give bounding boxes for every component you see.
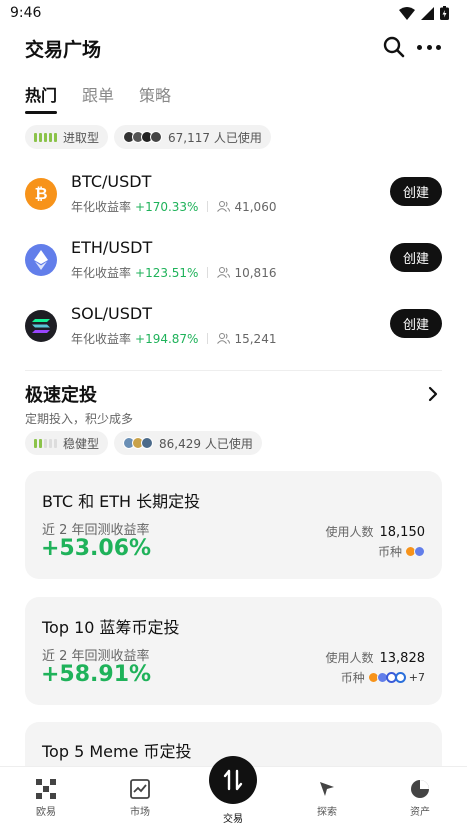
yield-value: +170.33% [135,199,199,214]
signal-icon [421,6,434,20]
nav-trade[interactable] [209,756,257,804]
market-chart-icon [130,779,150,799]
card-coins: 币种 [378,543,425,560]
users-count: 86,429 人已使用 [159,436,253,451]
create-button[interactable]: 创建 [389,309,442,338]
users-badge: 86,429 人已使用 [114,431,262,455]
card-users: 使用人数 13,828 [325,649,425,666]
user-avatars [123,131,163,143]
more-icon[interactable] [417,36,441,58]
nav-label: 探索 [317,807,337,818]
users-count: 41,060 [234,199,277,214]
status-time: 9:46 [10,5,42,21]
okx-logo-icon [36,779,56,799]
risk-badge: 进取型 [25,125,109,149]
trade-swap-icon [223,769,243,791]
section-title[interactable]: 极速定投 [25,381,97,407]
yield-value: +194.87% [135,331,199,346]
yield-value: +123.51% [135,265,199,280]
coin-icon [394,672,406,683]
pair-name: ETH/USDT [71,238,153,257]
nav-label: 欧易 [36,807,56,818]
assets-pie-icon [411,780,429,798]
divider [207,333,209,344]
users-badge: 67,117 人已使用 [114,125,271,149]
yield-label: 年化收益率 [71,200,132,214]
card-users: 使用人数 18,150 [325,523,425,540]
list-item[interactable]: ETH/USDT 年化收益率 +123.51% 10,816 创建 [25,238,442,284]
users-count: 10,816 [234,265,277,280]
risk-label: 进取型 [63,130,100,145]
users-count: 18,150 [379,525,426,540]
pair-stats: 年化收益率 +123.51% 10,816 [71,264,276,281]
create-button[interactable]: 创建 [389,177,442,206]
users-label: 使用人数 [325,651,374,665]
search-icon[interactable] [383,36,405,58]
risk-badge: 稳健型 [25,431,109,455]
coins-label: 币种 [340,671,365,685]
solana-icon [25,310,57,342]
bitcoin-icon: ₿ [25,178,57,210]
users-label: 使用人数 [325,525,374,539]
dca-card[interactable]: Top 10 蓝筹币定投 近 2 年回测收益率 +58.91% 使用人数 13,8… [25,597,442,705]
chevron-right-icon[interactable] [427,386,439,402]
users-icon [217,267,231,278]
nav-label: 资产 [410,807,430,818]
divider [207,201,209,212]
nav-label: 市场 [130,807,150,818]
pair-stats: 年化收益率 +170.33% 41,060 [71,198,276,215]
users-icon [217,333,231,344]
ethereum-icon [25,244,57,276]
users-icon [217,201,231,212]
header: 交易广场 [0,34,467,62]
section-divider [25,370,442,371]
pair-name: BTC/USDT [71,172,152,191]
explore-icon [320,782,334,796]
coins-label: 币种 [377,545,402,559]
battery-icon [440,6,449,20]
status-bar: 9:46 [0,0,467,28]
risk-label: 稳健型 [63,436,100,451]
list-item[interactable]: SOL/USDT 年化收益率 +194.87% 15,241 创建 [25,304,442,350]
list-item[interactable]: ₿ BTC/USDT 年化收益率 +170.33% 41,060 创建 [25,172,442,218]
yield-label: 年化收益率 [71,332,132,346]
tab-hot[interactable]: 热门 [25,82,58,114]
create-button[interactable]: 创建 [389,243,442,272]
users-count: 15,241 [234,331,277,346]
status-icons [399,6,449,20]
section-subtitle: 定期投入，积少成多 [25,412,134,426]
pair-name: SOL/USDT [71,304,153,323]
card-title: Top 10 蓝筹币定投 [42,618,180,637]
card-return-value: +58.91% [41,662,152,687]
risk-level-icon [34,132,57,142]
tab-strategy[interactable]: 策略 [139,82,171,112]
risk-level-icon [34,438,57,448]
card-title: Top 5 Meme 币定投 [42,742,192,761]
nav-market[interactable]: 市场 [110,779,170,818]
yield-label: 年化收益率 [71,266,132,280]
users-count: 13,828 [379,651,426,666]
ethereum-icon [414,546,425,557]
nav-assets[interactable]: 资产 [390,779,450,818]
wifi-icon [399,6,415,20]
users-count: 67,117 人已使用 [168,130,262,145]
user-avatars [123,437,154,449]
card-return-value: +53.06% [41,536,152,561]
tab-copy-trading[interactable]: 跟单 [82,82,114,112]
tab-bar: 热门 跟单 策略 [25,82,171,114]
nav-explore[interactable]: 探索 [297,779,357,818]
dca-tags: 稳健型 86,429 人已使用 [25,431,262,455]
dca-card[interactable]: BTC 和 ETH 长期定投 近 2 年回测收益率 +53.06% 使用人数 18… [25,471,442,579]
pair-stats: 年化收益率 +194.87% 15,241 [71,330,276,347]
more-coins-count: +7 [408,671,425,684]
card-title: BTC 和 ETH 长期定投 [42,492,201,511]
nav-okx[interactable]: 欧易 [16,779,76,818]
nav-label: 交易 [223,814,243,825]
card-coins: 币种 +7 [341,669,425,686]
page-title: 交易广场 [25,39,102,61]
divider [207,267,209,278]
grid-tags: 进取型 67,117 人已使用 [25,125,271,149]
